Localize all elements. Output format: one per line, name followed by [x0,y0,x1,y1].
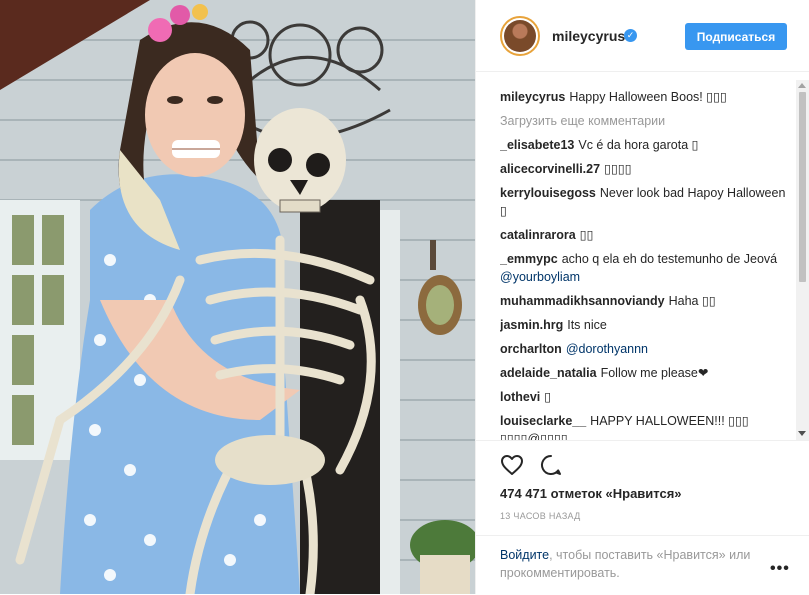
caption: mileycyrus Happy Halloween Boos! ▯▯▯ [500,88,790,106]
follow-button[interactable]: Подписаться [685,23,787,50]
comment-mention-link[interactable]: @yourboyliam [500,270,580,284]
comment-username[interactable]: kerrylouisegoss [500,186,596,200]
comment-item: alicecorvinelli.27 ▯▯▯▯ [500,160,790,178]
comment-text: acho q ela eh do testemunho de Jeová [561,252,778,266]
comment-text: ▯▯▯▯ [604,162,632,176]
comment-text: ▯ [544,390,552,404]
comment-username[interactable]: louiseclarke__ [500,414,586,428]
comment-username[interactable]: muhammadikhsannoviandy [500,294,665,308]
comment-text: Haha ▯▯ [668,294,716,308]
comment-item: kerrylouisegoss Never look bad Hapoy Hall… [500,184,790,220]
comment-username[interactable]: _emmypc [500,252,558,266]
comment-text: Its nice [567,318,607,332]
heart-outline-icon[interactable] [500,453,524,477]
comment-username[interactable]: orcharlton [500,342,562,356]
post-header: mileycyrus ✓ Подписаться [476,0,809,72]
post-photo[interactable] [0,0,475,594]
scroll-down-arrow-icon[interactable] [798,431,806,436]
scroll-thumb[interactable] [799,92,806,282]
likes-count[interactable]: 474 471 отметок «Нравится» [500,486,682,501]
comment-text: ▯▯ [579,228,594,242]
ellipsis-icon[interactable]: ••• [770,560,790,578]
comment-item: jasmin.hrg Its nice [500,316,790,334]
avatar[interactable] [500,16,540,56]
comments-scrollbar[interactable] [796,80,809,440]
login-prompt: Войдите, чтобы поставить «Нравится» или … [476,535,809,595]
post-actions: 474 471 отметок «Нравится» 13 часов наза… [476,440,809,521]
comment-username[interactable]: adelaide_natalia [500,366,597,380]
photo-illustration [0,0,475,594]
comment-item: orcharlton @dorothyannn [500,340,790,358]
post-panel: mileycyrus ✓ Подписаться mileycyrus Happy… [475,0,809,594]
caption-username[interactable]: mileycyrus [500,90,565,104]
comment-item: lothevi ▯ [500,388,790,406]
comment-username[interactable]: alicecorvinelli.27 [500,162,600,176]
login-link[interactable]: Войдите [500,548,549,562]
comment-item: louiseclarke__ HAPPY HALLOWEEN!!! ▯▯▯ ▯▯▯… [500,412,790,440]
comment-item: muhammadikhsannoviandy Haha ▯▯ [500,292,790,310]
comments-list: mileycyrus Happy Halloween Boos! ▯▯▯ Загр… [500,88,790,440]
comment-username[interactable]: _elisabete13 [500,138,574,152]
post-timestamp[interactable]: 13 часов назад [500,511,581,521]
avatar-image [504,20,536,52]
scroll-up-arrow-icon[interactable] [798,83,806,88]
username-link[interactable]: mileycyrus [552,28,625,44]
verified-badge-icon: ✓ [624,29,637,42]
comment-text: Vc é da hora garota ▯ [578,138,699,152]
comment-mention-link[interactable]: @dorothyannn [566,342,648,356]
comment-item: adelaide_natalia Follow me please❤ [500,364,790,382]
load-more-comments-button[interactable]: Загрузить еще комментарии [500,112,790,130]
comment-username[interactable]: lothevi [500,390,540,404]
comment-text: Follow me please❤ [600,366,709,380]
comment-item: catalinrarora ▯▯ [500,226,790,244]
comment-username[interactable]: catalinrarora [500,228,576,242]
comment-item: _elisabete13 Vc é da hora garota ▯ [500,136,790,154]
comment-item: _emmypc acho q ela eh do testemunho de Je… [500,250,790,286]
login-prompt-text: Войдите, чтобы поставить «Нравится» или … [500,546,770,582]
caption-text: Happy Halloween Boos! ▯▯▯ [569,90,727,104]
comment-username[interactable]: jasmin.hrg [500,318,563,332]
speech-bubble-icon[interactable] [539,453,563,477]
